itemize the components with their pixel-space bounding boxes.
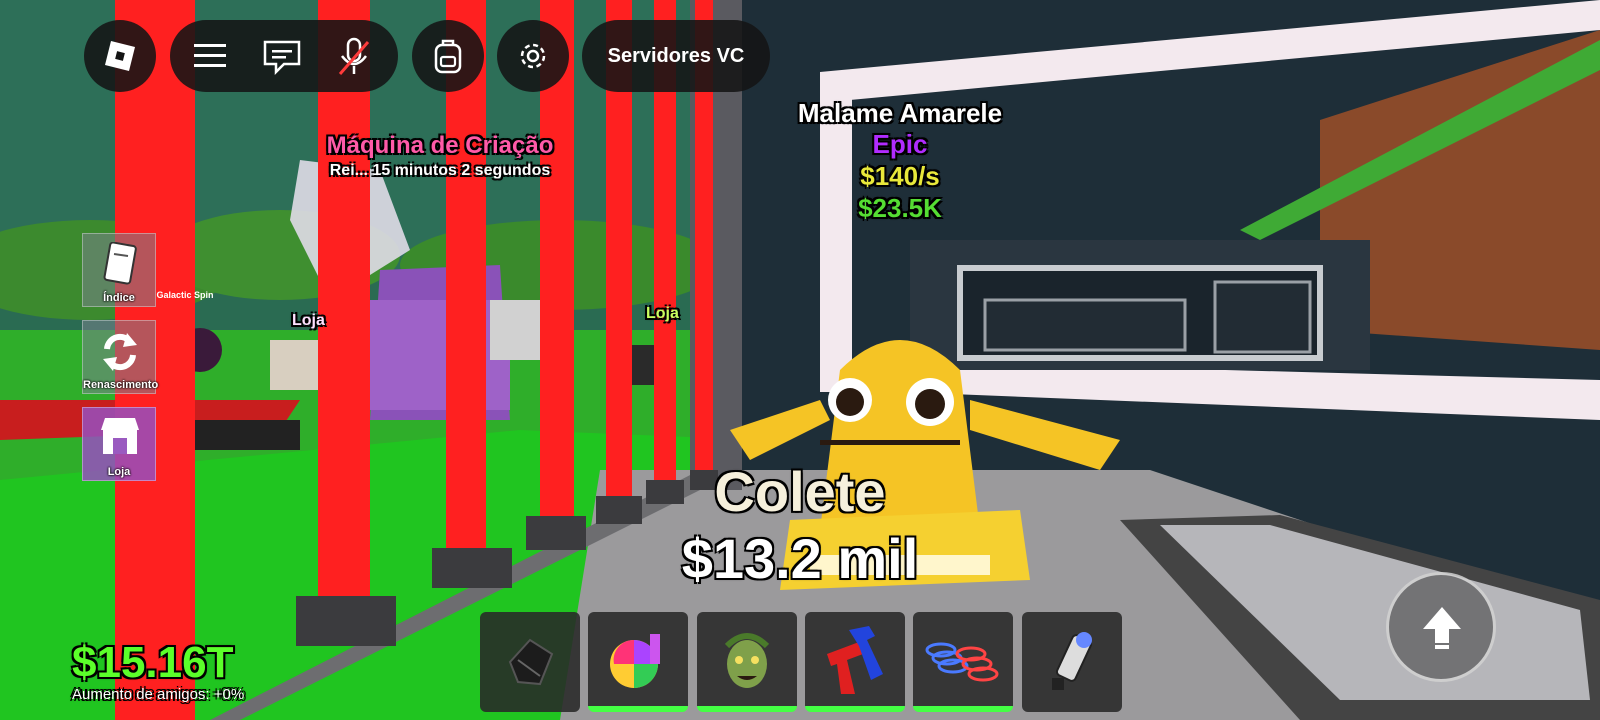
- pet-price: $23.5K: [858, 193, 942, 223]
- machine-timer: Rei... 15 minutos 2 segundos: [329, 162, 551, 179]
- shop-label: Loja: [107, 466, 131, 478]
- pet-name: Malame Amarele: [797, 98, 1003, 128]
- left-shop-sign: Loja: [292, 312, 325, 329]
- friends-boost: Aumento de amigos: +0%: [72, 686, 245, 703]
- dark-gloves-icon: [500, 632, 560, 696]
- collect-label: Colete: [714, 460, 886, 523]
- red-blue-figure-icon: [819, 624, 891, 702]
- hotbar-slot-5[interactable]: [913, 612, 1013, 712]
- main-controls-pill: [170, 20, 398, 92]
- rebirth-label: Renascimento: [83, 379, 159, 391]
- spring-coils-icon: [923, 630, 1003, 698]
- jump-arrow-icon: [1421, 603, 1463, 655]
- pet-rarity: Epic: [872, 129, 928, 159]
- backpack-icon: [431, 37, 465, 75]
- hamburger-menu-icon[interactable]: [192, 40, 228, 72]
- flashlight-icon: [1046, 628, 1098, 700]
- gear-icon: [516, 39, 550, 73]
- roblox-logo-icon: [103, 39, 137, 73]
- backpack-button[interactable]: [412, 20, 484, 92]
- collect-prompt[interactable]: Colete $13.2 mil: [640, 460, 960, 594]
- shop-icon: [97, 416, 143, 462]
- pet-income-rate: $140/s: [860, 161, 940, 191]
- disco-ball-icon: [606, 628, 670, 696]
- rebirth-arrows-icon: [99, 329, 141, 377]
- money-balance: $15.16T: [72, 638, 234, 687]
- collect-amount: $13.2 mil: [681, 527, 919, 590]
- chat-icon[interactable]: [262, 38, 302, 76]
- shop-button[interactable]: Loja: [82, 407, 156, 481]
- money-display: $15.16T Aumento de amigos: +0%: [72, 640, 244, 704]
- hotbar-slot-3[interactable]: [697, 612, 797, 712]
- galactic-spin-sign: Galactic Spin: [156, 290, 214, 300]
- creation-machine-sign: Máquina de Criação Rei... 15 minutos 2 s…: [300, 132, 580, 180]
- right-shop-sign: Loja: [646, 305, 679, 322]
- roblox-menu-button[interactable]: [84, 20, 156, 92]
- book-icon: [101, 241, 139, 290]
- hotbar-slot-4[interactable]: [805, 612, 905, 712]
- hotbar-slot-2[interactable]: [588, 612, 688, 712]
- hotbar-slot-6[interactable]: [1022, 612, 1122, 712]
- pet-info-billboard: Malame Amarele Epic $140/s $23.5K: [770, 98, 1030, 224]
- settings-button[interactable]: [497, 20, 569, 92]
- microphone-muted-icon[interactable]: [336, 36, 372, 78]
- hotbar-slot-1[interactable]: [480, 612, 580, 712]
- voice-servers-button[interactable]: Servidores VC: [582, 20, 770, 92]
- servers-label: Servidores VC: [607, 44, 745, 67]
- rebirth-button[interactable]: Renascimento: [82, 320, 159, 394]
- machine-title: Máquina de Criação: [326, 132, 554, 159]
- jump-button[interactable]: [1386, 572, 1496, 682]
- medusa-head-icon: [717, 626, 777, 700]
